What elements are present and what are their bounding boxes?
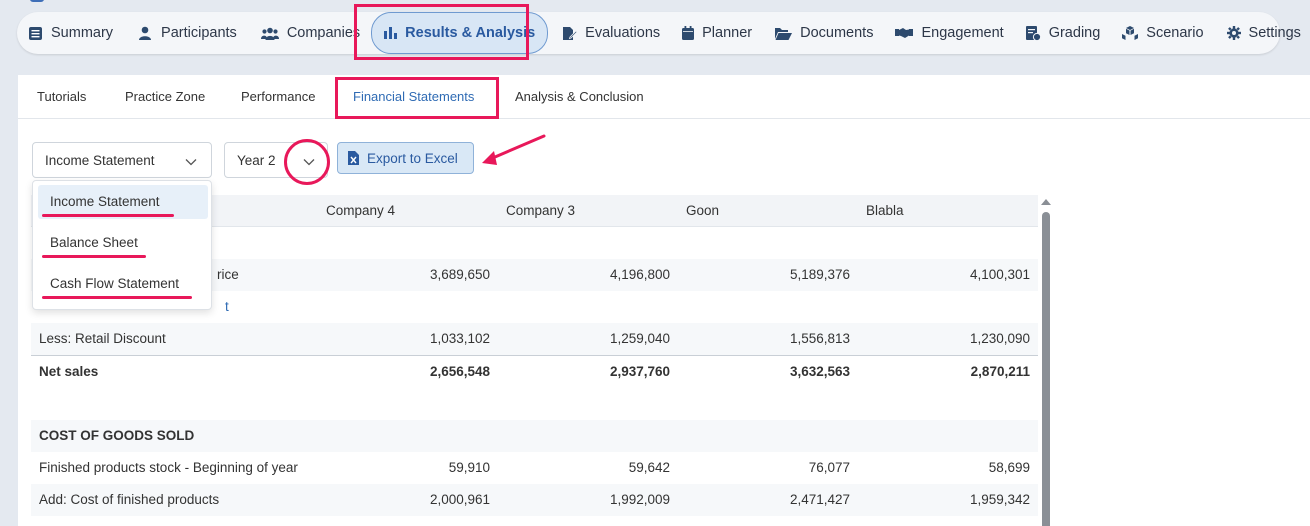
cell-value: 4,196,800 — [609, 267, 670, 282]
nav-documents[interactable]: Documents — [775, 12, 873, 54]
cell-value: 1,556,813 — [789, 331, 850, 346]
cell-value: 5,189,376 — [789, 267, 850, 282]
users-icon — [260, 25, 279, 41]
highlight-financial-statements — [335, 77, 499, 119]
nav-companies[interactable]: Companies — [260, 12, 361, 54]
folder-open-icon — [775, 25, 793, 41]
chevron-down-icon — [185, 154, 197, 169]
nav-planner-label: Planner — [702, 25, 753, 41]
highlight-results-analysis — [354, 4, 529, 60]
cell-value: 1,259,040 — [609, 331, 670, 346]
nav-engagement-label: Engagement — [921, 25, 1004, 41]
cell-value: 1,959,342 — [969, 492, 1030, 507]
cell-value: 59,642 — [628, 460, 670, 475]
top-accent-strip — [30, 0, 44, 2]
highlight-year-chevron — [284, 139, 330, 185]
scroll-up-arrow-icon[interactable] — [1041, 199, 1051, 205]
nav-engagement[interactable]: Engagement — [895, 12, 1004, 54]
row-label: t — [225, 299, 229, 314]
row-label: Less: Retail Discount — [39, 331, 166, 346]
table-row: Less: Retail Discount 1,033,102 1,259,04… — [31, 323, 1038, 355]
nav-grading-label: Grading — [1048, 25, 1101, 41]
edit-document-icon — [561, 25, 577, 41]
annotation-underline — [42, 255, 146, 258]
table-scrollbar[interactable] — [1041, 195, 1051, 526]
tab-analysis-conclusion[interactable]: Analysis & Conclusion — [515, 89, 644, 104]
nav-scenario[interactable]: Scenario — [1122, 12, 1204, 54]
cell-value: 76,077 — [808, 460, 850, 475]
export-excel-label: Export to Excel — [367, 150, 458, 166]
nav-settings[interactable]: Settings — [1226, 12, 1301, 54]
cell-value: 1,230,090 — [969, 331, 1030, 346]
user-icon — [137, 25, 153, 41]
tab-performance[interactable]: Performance — [241, 89, 315, 104]
statement-select-value: Income Statement — [45, 152, 155, 168]
cell-value: 2,937,760 — [609, 364, 670, 379]
calendar-icon — [682, 25, 695, 41]
table-row: Add: Cost of finished products 2,000,961… — [31, 484, 1038, 516]
table-row — [31, 388, 1038, 420]
nav-participants[interactable]: Participants — [137, 12, 237, 54]
annotation-underline — [42, 296, 192, 299]
row-label: Add: Cost of finished products — [39, 492, 220, 507]
cell-value: 2,656,548 — [429, 364, 490, 379]
statement-select[interactable]: Income Statement — [32, 142, 212, 178]
nav-evaluations-label: Evaluations — [585, 25, 661, 41]
cell-value: 2,471,427 — [789, 492, 850, 507]
cell-value: 2,000,961 — [429, 492, 490, 507]
nav-planner[interactable]: Planner — [682, 12, 752, 54]
handshake-icon — [895, 25, 914, 41]
header-company-3: Company 3 — [506, 203, 576, 218]
header-company-4: Company 4 — [326, 203, 396, 218]
tab-practice-zone[interactable]: Practice Zone — [125, 89, 205, 104]
row-label: COST OF GOODS SOLD — [39, 428, 195, 443]
year-select-value: Year 2 — [237, 152, 276, 168]
header-blabla: Blabla — [866, 203, 904, 218]
row-label: Net sales — [39, 364, 99, 379]
arrow-annotation — [478, 132, 548, 172]
cell-value: 58,699 — [988, 460, 1030, 475]
export-excel-button[interactable]: Export to Excel — [337, 142, 474, 174]
nav-documents-label: Documents — [800, 25, 874, 41]
statement-dropdown-menu: Income Statement Balance Sheet Cash Flow… — [32, 180, 212, 310]
nav-summary-label: Summary — [51, 25, 114, 41]
annotation-underline — [42, 214, 174, 217]
nav-participants-label: Participants — [161, 25, 237, 41]
header-goon: Goon — [686, 203, 720, 218]
cell-value: 4,100,301 — [969, 267, 1030, 282]
cell-value: 59,910 — [448, 460, 490, 475]
grading-icon — [1025, 25, 1041, 41]
cell-value: 1,992,009 — [609, 492, 670, 507]
scroll-thumb[interactable] — [1042, 212, 1050, 526]
nav-settings-label: Settings — [1248, 25, 1301, 41]
table-row: Finished products stock - Beginning of y… — [31, 452, 1038, 484]
tab-tutorials[interactable]: Tutorials — [37, 89, 86, 104]
content-panel: Tutorials Practice Zone Performance Fina… — [18, 75, 1310, 526]
gear-icon — [1226, 25, 1241, 41]
nav-scenario-label: Scenario — [1146, 25, 1204, 41]
nav-grading[interactable]: Grading — [1025, 12, 1101, 54]
nav-summary[interactable]: Summary — [27, 12, 113, 54]
cubes-icon — [1122, 25, 1139, 41]
sub-tabs: Tutorials Practice Zone Performance Fina… — [18, 75, 1310, 119]
excel-file-icon — [348, 151, 359, 165]
list-icon — [27, 25, 43, 41]
row-label: Finished products stock - Beginning of y… — [39, 460, 298, 475]
nav-companies-label: Companies — [286, 25, 361, 41]
cell-value: 3,632,563 — [789, 364, 850, 379]
cell-value: 3,689,650 — [429, 267, 490, 282]
table-row: COST OF GOODS SOLD — [31, 420, 1038, 452]
row-label: rice — [217, 267, 239, 282]
table-row: Net sales 2,656,548 2,937,760 3,632,563 … — [31, 356, 1038, 388]
nav-evaluations[interactable]: Evaluations — [561, 12, 660, 54]
cell-value: 1,033,102 — [429, 331, 490, 346]
cell-value: 2,870,211 — [970, 364, 1030, 379]
main-nav: Summary Participants Companies Results &… — [17, 12, 1301, 54]
